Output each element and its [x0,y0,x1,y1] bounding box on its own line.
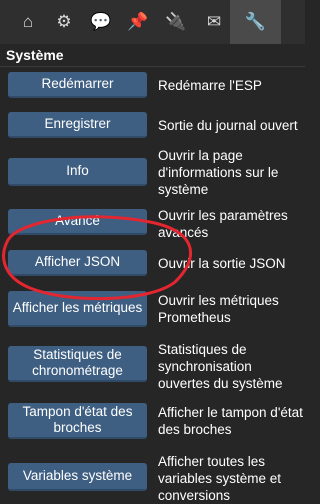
tab-settings[interactable]: ⚙ [46,0,82,44]
advanced-button[interactable]: Avancé [8,209,147,235]
chat-icon: 💬 [90,12,112,31]
gear-icon: ⚙ [56,12,72,31]
mail-icon: ✉ [206,12,222,31]
wrench-icon: 🔧 [244,12,267,31]
pin-icon: 📌 [127,12,149,31]
show-json-description: Ouvrir la sortie JSON [158,256,286,271]
info-button[interactable]: Info [8,158,147,186]
pin-state-buffer-description: Afficher le tampon d'état des broches [158,405,303,437]
timing-stats-description: Statistiques de synchronisation ouvertes… [158,342,283,391]
divider [0,66,305,67]
system-variables-button[interactable]: Variables système [8,463,147,491]
tab-home[interactable]: ⌂ [10,0,46,44]
restart-description: Redémarre l'ESP [158,78,262,93]
system-variables-description: Afficher toutes les variables système et… [158,454,282,503]
plug-icon: 🔌 [165,12,187,31]
info-description: Ouvrir la page d'informations sur le sys… [158,148,279,197]
show-json-button[interactable]: Afficher JSON [8,250,147,276]
log-button[interactable]: Enregistrer [8,112,147,138]
tab-chat[interactable]: 💬 [83,0,119,44]
tab-pin[interactable]: 📌 [120,0,156,44]
home-icon: ⌂ [22,12,34,31]
timing-stats-button[interactable]: Statistiques de chronométrage [8,346,147,382]
log-description: Sortie du journal ouvert [158,118,298,133]
advanced-description: Ouvrir les paramètres avancés [158,208,288,240]
section-title: Système [6,47,64,63]
tab-plug[interactable]: 🔌 [158,0,194,44]
pin-state-buffer-button[interactable]: Tampon d'état des broches [8,403,147,439]
restart-button[interactable]: Redémarrer [8,72,147,98]
metrics-button[interactable]: Afficher les métriques [8,291,147,327]
tab-tools[interactable]: 🔧 [230,0,281,44]
tab-mail[interactable]: ✉ [196,0,232,44]
tab-bar: ⌂ ⚙ 💬 📌 🔌 ✉ 🔧 [0,0,305,44]
metrics-description: Ouvrir les métriques Prometheus [158,293,279,325]
